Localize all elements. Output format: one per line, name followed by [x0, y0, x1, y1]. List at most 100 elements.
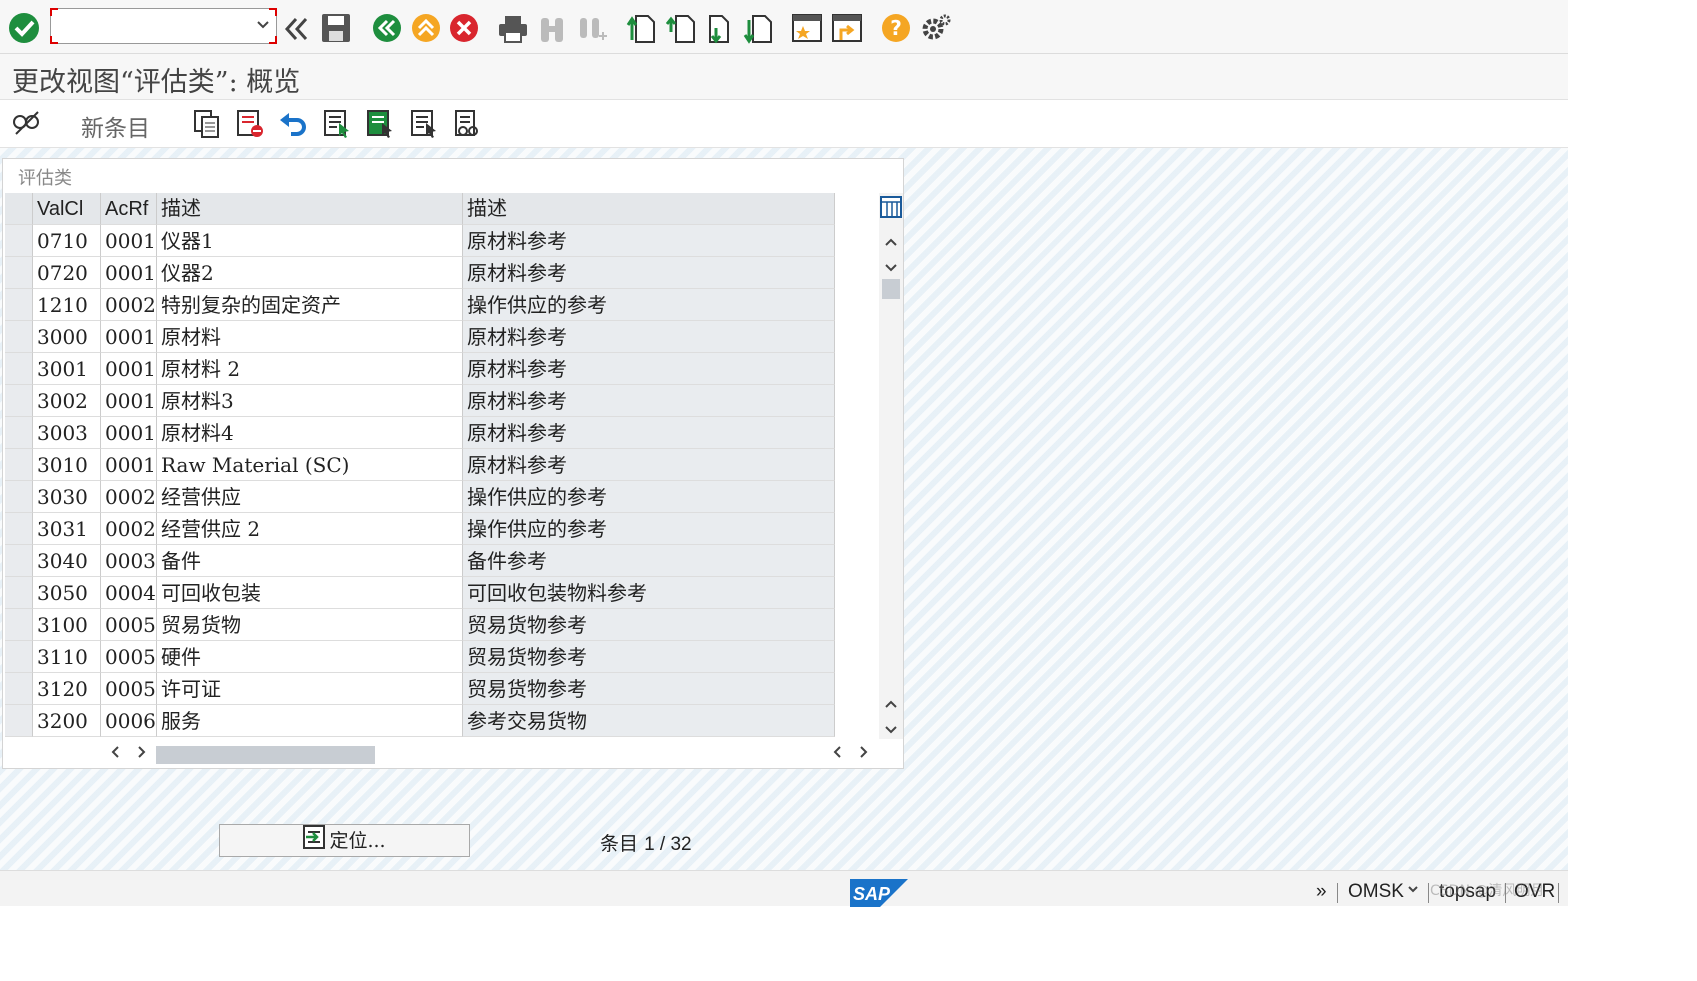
cell-valcl[interactable]: 3050 [33, 577, 101, 609]
select-all-rows-cell[interactable] [5, 193, 33, 225]
cell-acrf[interactable]: 0005 [101, 641, 157, 673]
exit-icon[interactable] [411, 13, 441, 51]
cell-valcl[interactable]: 3001 [33, 353, 101, 385]
copy-as-icon[interactable] [193, 109, 221, 143]
help-icon[interactable]: ? [881, 13, 911, 51]
row-selector[interactable] [5, 449, 33, 481]
scroll-down-icon[interactable] [884, 721, 898, 740]
row-selector[interactable] [5, 385, 33, 417]
table-row[interactable]: 3110 0005 硬件 贸易货物参考 [5, 641, 835, 673]
enter-icon[interactable] [8, 12, 40, 50]
next-page-icon[interactable] [704, 12, 734, 50]
table-row[interactable]: 3000 0001 原材料 原材料参考 [5, 321, 835, 353]
chevron-down-icon[interactable] [256, 15, 270, 39]
table-row[interactable]: 3120 0005 许可证 贸易货物参考 [5, 673, 835, 705]
table-row[interactable]: 3031 0002 经营供应 2 操作供应的参考 [5, 513, 835, 545]
previous-page-icon[interactable] [665, 12, 696, 50]
scroll-left-icon[interactable] [109, 744, 121, 764]
cell-description[interactable]: 原材料 2 [157, 353, 463, 385]
cell-valcl[interactable]: 1210 [33, 289, 101, 321]
new-entries-button[interactable]: 新条目 [81, 109, 150, 143]
find-icon[interactable] [538, 14, 568, 52]
cell-description[interactable]: 许可证 [157, 673, 463, 705]
cell-valcl[interactable]: 3110 [33, 641, 101, 673]
row-selector[interactable] [5, 641, 33, 673]
row-selector[interactable] [5, 353, 33, 385]
row-selector[interactable] [5, 417, 33, 449]
scroll-right-icon[interactable] [136, 744, 148, 764]
cell-acrf[interactable]: 0005 [101, 673, 157, 705]
table-row[interactable]: 1210 0002 特别复杂的固定资产 操作供应的参考 [5, 289, 835, 321]
table-row[interactable]: 0710 0001 仪器1 原材料参考 [5, 225, 835, 257]
last-page-icon[interactable] [743, 12, 773, 50]
column-header-description[interactable]: 描述 [157, 193, 463, 225]
row-selector[interactable] [5, 225, 33, 257]
print-icon[interactable] [498, 14, 528, 52]
cell-valcl[interactable]: 3030 [33, 481, 101, 513]
cell-acrf[interactable]: 0001 [101, 449, 157, 481]
cell-acrf[interactable]: 0003 [101, 545, 157, 577]
column-header-acrf[interactable]: AcRf [101, 193, 157, 225]
cell-acrf[interactable]: 0002 [101, 513, 157, 545]
scroll-page-down-icon[interactable] [884, 259, 898, 278]
cell-valcl[interactable]: 3002 [33, 385, 101, 417]
scroll-left-icon-right-area[interactable] [831, 744, 843, 764]
first-page-icon[interactable] [626, 12, 656, 50]
scroll-up-icon[interactable] [884, 695, 898, 714]
cell-valcl[interactable]: 3040 [33, 545, 101, 577]
row-selector[interactable] [5, 705, 33, 737]
cell-valcl[interactable]: 3003 [33, 417, 101, 449]
undo-icon[interactable] [279, 110, 309, 142]
table-row[interactable]: 0720 0001 仪器2 原材料参考 [5, 257, 835, 289]
cell-acrf[interactable]: 0001 [101, 385, 157, 417]
cell-description[interactable]: 硬件 [157, 641, 463, 673]
command-field[interactable] [50, 8, 277, 44]
position-button[interactable]: 定位... [219, 824, 470, 857]
cell-valcl[interactable]: 3200 [33, 705, 101, 737]
row-selector[interactable] [5, 545, 33, 577]
select-block-icon[interactable] [366, 109, 394, 143]
column-header-acrf-description[interactable]: 描述 [463, 193, 835, 225]
cell-valcl[interactable]: 3000 [33, 321, 101, 353]
cell-description[interactable]: 仪器1 [157, 225, 463, 257]
column-header-valcl[interactable]: ValCl [33, 193, 101, 225]
status-expand-icon[interactable]: » [1316, 881, 1327, 903]
cell-description[interactable]: 经营供应 2 [157, 513, 463, 545]
cell-valcl[interactable]: 0720 [33, 257, 101, 289]
cell-acrf[interactable]: 0001 [101, 417, 157, 449]
cell-acrf[interactable]: 0001 [101, 225, 157, 257]
cell-description[interactable]: 原材料 [157, 321, 463, 353]
row-selector[interactable] [5, 257, 33, 289]
scroll-thumb[interactable] [882, 279, 900, 299]
table-row[interactable]: 3040 0003 备件 备件参考 [5, 545, 835, 577]
cell-valcl[interactable]: 3031 [33, 513, 101, 545]
cell-description[interactable]: 原材料4 [157, 417, 463, 449]
table-row[interactable]: 3001 0001 原材料 2 原材料参考 [5, 353, 835, 385]
row-selector[interactable] [5, 321, 33, 353]
find-next-icon[interactable] [577, 14, 607, 52]
cell-valcl[interactable]: 0710 [33, 225, 101, 257]
save-icon[interactable] [321, 13, 351, 51]
cell-acrf[interactable]: 0001 [101, 353, 157, 385]
row-selector[interactable] [5, 673, 33, 705]
cell-acrf[interactable]: 0002 [101, 481, 157, 513]
scroll-page-up-icon[interactable] [884, 233, 898, 252]
table-row[interactable]: 3100 0005 贸易货物 贸易货物参考 [5, 609, 835, 641]
row-selector[interactable] [5, 513, 33, 545]
chevron-down-icon[interactable] [1407, 881, 1419, 901]
row-selector[interactable] [5, 609, 33, 641]
cell-valcl[interactable]: 3120 [33, 673, 101, 705]
back-double-icon[interactable] [283, 16, 309, 54]
table-row[interactable]: 3002 0001 原材料3 原材料参考 [5, 385, 835, 417]
new-session-icon[interactable] [791, 12, 823, 50]
cell-description[interactable]: 可回收包装 [157, 577, 463, 609]
display-change-icon[interactable] [12, 108, 40, 142]
scroll-right-icon-right-area[interactable] [858, 744, 870, 764]
cell-description[interactable]: Raw Material (SC) [157, 449, 463, 481]
cell-description[interactable]: 原材料3 [157, 385, 463, 417]
select-all-icon[interactable] [323, 109, 351, 143]
print-field-names-icon[interactable] [454, 109, 482, 143]
vertical-scrollbar[interactable] [879, 193, 903, 739]
deselect-all-icon[interactable] [410, 109, 438, 143]
row-selector[interactable] [5, 577, 33, 609]
